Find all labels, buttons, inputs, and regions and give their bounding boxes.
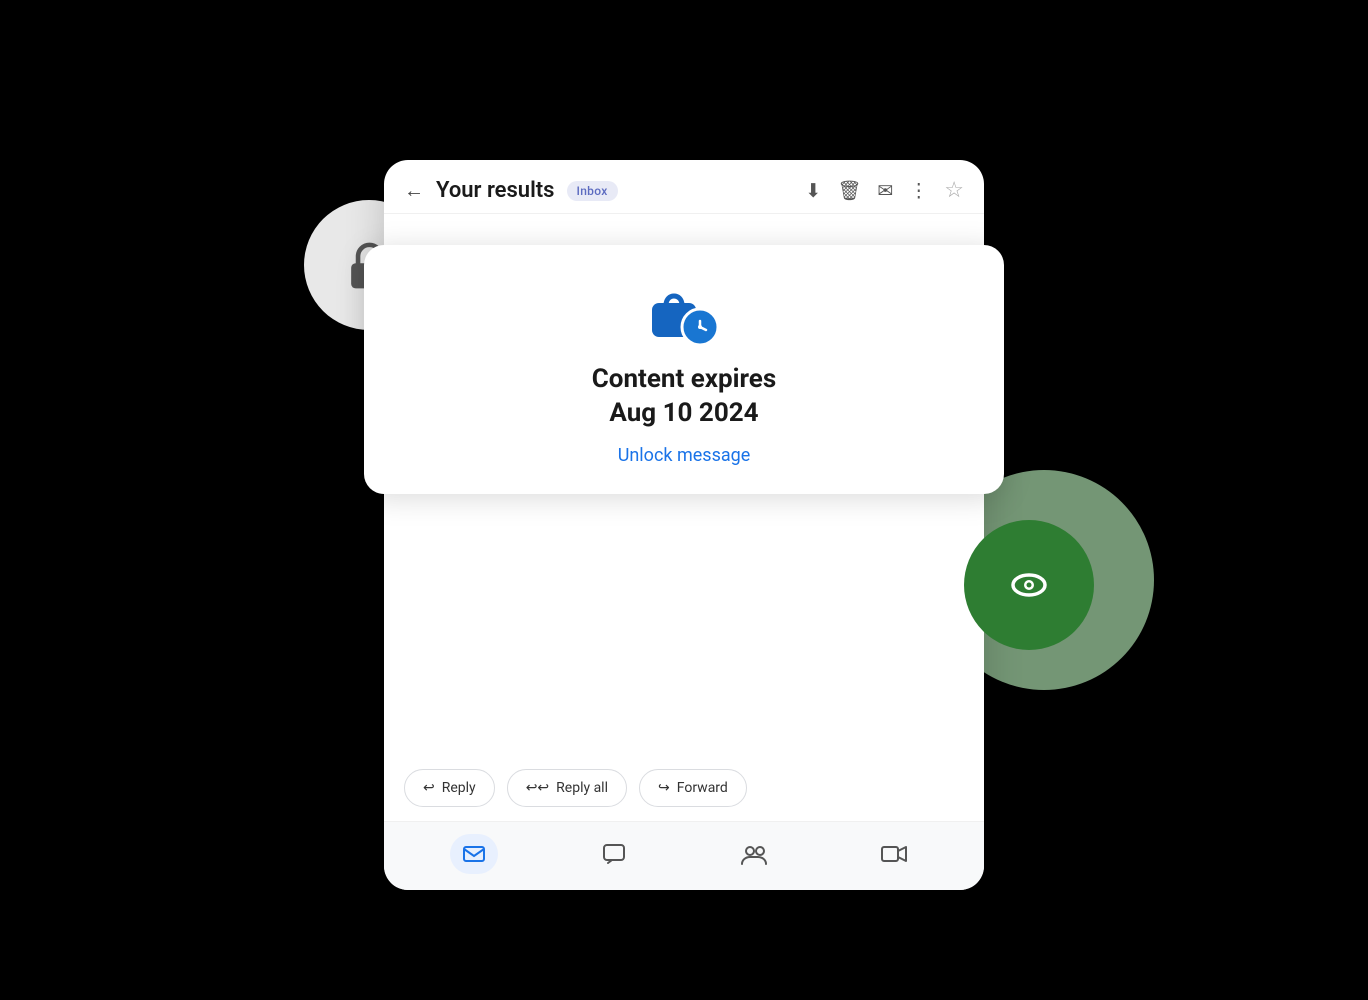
chat-nav-icon (602, 842, 626, 866)
video-nav-icon (881, 842, 907, 866)
forward-icon: ↪ (658, 780, 670, 796)
expiry-title: Content expires Aug 10 2024 (592, 363, 776, 431)
reply-label: Reply (442, 780, 476, 796)
reply-all-button[interactable]: ↩↩ Reply all (507, 769, 627, 807)
action-buttons: ↩ Reply ↩↩ Reply all ↪ Forward (384, 755, 984, 821)
reply-all-icon: ↩↩ (526, 780, 549, 796)
back-button[interactable]: ← (404, 178, 424, 203)
bottom-nav (384, 821, 984, 890)
nav-meet[interactable] (730, 834, 778, 874)
expiry-icon-composite (644, 277, 724, 347)
email-header: ← Your results Inbox ⬇ 🗑 ✉ ⋮ ☆ (384, 160, 984, 214)
download-icon[interactable]: ⬇ (805, 179, 821, 202)
scene: ← Your results Inbox ⬇ 🗑 ✉ ⋮ ☆ Hi Kim, T… (334, 90, 1034, 910)
expiry-card: Content expires Aug 10 2024 Unlock messa… (364, 245, 1004, 494)
expiry-title-line1: Content expires (592, 364, 776, 394)
forward-label: Forward (677, 780, 728, 796)
nav-mail[interactable] (450, 834, 498, 874)
meet-nav-icon (741, 842, 767, 866)
reply-icon: ↩ (423, 780, 435, 796)
mark-unread-icon[interactable]: ✉ (877, 179, 893, 202)
reply-button[interactable]: ↩ Reply (404, 769, 495, 807)
eye-icon (1001, 557, 1057, 613)
nav-chat[interactable] (590, 834, 638, 874)
reply-all-label: Reply all (556, 780, 608, 796)
inbox-badge: Inbox (567, 181, 618, 201)
unlock-link[interactable]: Unlock message (618, 445, 751, 466)
nav-video[interactable] (870, 834, 918, 874)
star-icon[interactable]: ☆ (944, 178, 964, 203)
email-header-right: ⬇ 🗑 ✉ ⋮ ☆ (805, 178, 964, 203)
mail-nav-icon (462, 842, 486, 866)
eye-circle (964, 520, 1094, 650)
more-icon[interactable]: ⋮ (909, 179, 928, 202)
delete-icon[interactable]: 🗑 (837, 179, 861, 202)
email-subject: Your results (436, 178, 555, 203)
email-header-left: ← Your results Inbox (404, 178, 618, 203)
bag-clock-icon (644, 277, 724, 347)
forward-button[interactable]: ↪ Forward (639, 769, 747, 807)
expiry-title-line2: Aug 10 2024 (609, 398, 758, 428)
